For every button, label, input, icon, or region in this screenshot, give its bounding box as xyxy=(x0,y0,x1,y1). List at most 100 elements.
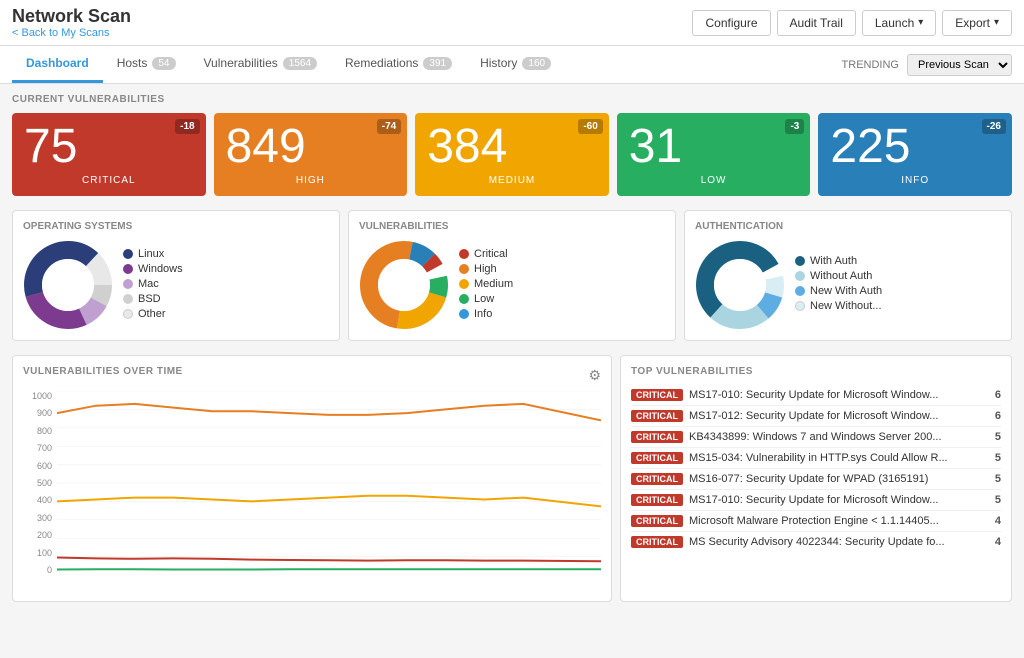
top-vuln-list: CRITICAL MS17-010: Security Update for M… xyxy=(631,385,1001,552)
severity-badge: CRITICAL xyxy=(631,494,683,506)
audit-trail-button[interactable]: Audit Trail xyxy=(777,10,856,36)
severity-badge: CRITICAL xyxy=(631,389,683,401)
low-label: LOW xyxy=(629,175,799,186)
page-title: Network Scan xyxy=(12,6,131,27)
os-legend-mac: Mac xyxy=(138,278,159,290)
top-vuln-item[interactable]: CRITICAL MS15-034: Vulnerability in HTTP… xyxy=(631,448,1001,469)
vuln-count: 4 xyxy=(995,536,1001,548)
top-vuln-item[interactable]: CRITICAL MS17-010: Security Update for M… xyxy=(631,490,1001,511)
line-chart-svg xyxy=(57,391,601,575)
critical-badge: -18 xyxy=(175,119,199,134)
medium-label: MEDIUM xyxy=(427,175,597,186)
main-content: CURRENT VULNERABILITIES -18 75 CRITICAL … xyxy=(0,84,1024,612)
critical-label: CRITICAL xyxy=(24,175,194,186)
os-donut-section: Linux Windows Mac BSD Other xyxy=(23,240,329,330)
vuln-over-time-box: VULNERABILITIES OVER TIME ⚙ 1000 900 800… xyxy=(12,355,612,602)
vuln-cards-row: -18 75 CRITICAL -74 849 HIGH -60 384 MED… xyxy=(12,113,1012,196)
gear-icon[interactable]: ⚙ xyxy=(588,367,601,384)
back-link[interactable]: < Back to My Scans xyxy=(12,27,131,39)
top-vuln-item[interactable]: CRITICAL MS16-077: Security Update for W… xyxy=(631,469,1001,490)
hosts-badge: 54 xyxy=(152,57,175,70)
vuln-donut-chart xyxy=(359,240,449,330)
high-badge: -74 xyxy=(377,119,401,134)
vuln-badge: 1564 xyxy=(283,57,317,70)
severity-badge: CRITICAL xyxy=(631,410,683,422)
low-card: -3 31 LOW xyxy=(617,113,811,196)
header-left: Network Scan < Back to My Scans xyxy=(12,6,131,39)
high-label: HIGH xyxy=(226,175,396,186)
low-num: 31 xyxy=(629,123,799,171)
os-legend-linux: Linux xyxy=(138,248,164,260)
vuln-name: MS17-012: Security Update for Microsoft … xyxy=(689,410,989,422)
export-button[interactable]: Export xyxy=(942,10,1012,36)
configure-button[interactable]: Configure xyxy=(692,10,770,36)
vuln-name: MS16-077: Security Update for WPAD (3165… xyxy=(689,473,989,485)
os-chart-box: OPERATING SYSTEMS Linux Windows Mac BSD … xyxy=(12,210,340,341)
medium-card: -60 384 MEDIUM xyxy=(415,113,609,196)
os-chart-title: OPERATING SYSTEMS xyxy=(23,221,329,232)
trending-select[interactable]: Previous Scan xyxy=(907,54,1012,76)
medium-badge: -60 xyxy=(578,119,602,134)
vuln-count: 5 xyxy=(995,494,1001,506)
vuln-name: MS17-010: Security Update for Microsoft … xyxy=(689,389,989,401)
tabs-bar: Dashboard Hosts 54 Vulnerabilities 1564 … xyxy=(0,46,1024,84)
info-label: INFO xyxy=(830,175,1000,186)
auth-legend-new-without: New Without... xyxy=(810,300,882,312)
hist-badge: 160 xyxy=(522,57,551,70)
info-num: 225 xyxy=(830,123,1000,171)
info-badge: -26 xyxy=(982,119,1006,134)
vuln-name: KB4343899: Windows 7 and Windows Server … xyxy=(689,431,989,443)
vuln-legend-critical: Critical xyxy=(474,248,508,260)
vuln-name: MS17-010: Security Update for Microsoft … xyxy=(689,494,989,506)
header: Network Scan < Back to My Scans Configur… xyxy=(0,0,1024,46)
vuln-legend: Critical High Medium Low Info xyxy=(459,248,513,323)
vuln-over-time-title: VULNERABILITIES OVER TIME xyxy=(23,366,183,377)
vuln-chart-box: VULNERABILITIES Critical High Medium Low… xyxy=(348,210,676,341)
vuln-count: 5 xyxy=(995,452,1001,464)
header-right: Configure Audit Trail Launch Export xyxy=(692,10,1012,36)
top-vuln-item[interactable]: CRITICAL Microsoft Malware Protection En… xyxy=(631,511,1001,532)
high-num: 849 xyxy=(226,123,396,171)
severity-badge: CRITICAL xyxy=(631,473,683,485)
tab-vulnerabilities[interactable]: Vulnerabilities 1564 xyxy=(190,46,332,83)
y-axis: 1000 900 800 700 600 500 400 300 200 100… xyxy=(23,391,55,575)
medium-num: 384 xyxy=(427,123,597,171)
top-vuln-item[interactable]: CRITICAL MS Security Advisory 4022344: S… xyxy=(631,532,1001,552)
tabs-container: Dashboard Hosts 54 Vulnerabilities 1564 … xyxy=(12,46,565,83)
vuln-legend-high: High xyxy=(474,263,497,275)
vuln-legend-low: Low xyxy=(474,293,494,305)
vuln-name: MS Security Advisory 4022344: Security U… xyxy=(689,536,989,548)
tab-hosts[interactable]: Hosts 54 xyxy=(103,46,190,83)
top-vuln-item[interactable]: CRITICAL MS17-012: Security Update for M… xyxy=(631,406,1001,427)
critical-card: -18 75 CRITICAL xyxy=(12,113,206,196)
vuln-count: 6 xyxy=(995,410,1001,422)
auth-legend: With Auth Without Auth New With Auth New… xyxy=(795,255,882,315)
vuln-donut-section: Critical High Medium Low Info xyxy=(359,240,665,330)
os-legend-other: Other xyxy=(138,308,166,320)
vuln-count: 4 xyxy=(995,515,1001,527)
tab-dashboard[interactable]: Dashboard xyxy=(12,46,103,83)
low-badge: -3 xyxy=(785,119,804,134)
os-donut-chart xyxy=(23,240,113,330)
top-vuln-item[interactable]: CRITICAL KB4343899: Windows 7 and Window… xyxy=(631,427,1001,448)
tab-history[interactable]: History 160 xyxy=(466,46,565,83)
top-vulns-box: TOP VULNERABILITIES CRITICAL MS17-010: S… xyxy=(620,355,1012,602)
auth-legend-without: Without Auth xyxy=(810,270,872,282)
line-chart-container: 1000 900 800 700 600 500 400 300 200 100… xyxy=(23,391,601,591)
vuln-legend-info: Info xyxy=(474,308,492,320)
auth-chart-title: AUTHENTICATION xyxy=(695,221,1001,232)
trending-section: TRENDING Previous Scan xyxy=(842,54,1012,76)
os-legend: Linux Windows Mac BSD Other xyxy=(123,248,183,323)
tab-remediations[interactable]: Remediations 391 xyxy=(331,46,466,83)
trending-label: TRENDING xyxy=(842,59,899,71)
auth-chart-box: AUTHENTICATION With Auth Without Auth Ne… xyxy=(684,210,1012,341)
os-legend-windows: Windows xyxy=(138,263,183,275)
charts-row: OPERATING SYSTEMS Linux Windows Mac BSD … xyxy=(12,210,1012,341)
high-card: -74 849 HIGH xyxy=(214,113,408,196)
launch-button[interactable]: Launch xyxy=(862,10,936,36)
severity-badge: CRITICAL xyxy=(631,431,683,443)
critical-num: 75 xyxy=(24,123,194,171)
vuln-over-time-header: VULNERABILITIES OVER TIME ⚙ xyxy=(23,366,601,385)
severity-badge: CRITICAL xyxy=(631,536,683,548)
top-vuln-item[interactable]: CRITICAL MS17-010: Security Update for M… xyxy=(631,385,1001,406)
